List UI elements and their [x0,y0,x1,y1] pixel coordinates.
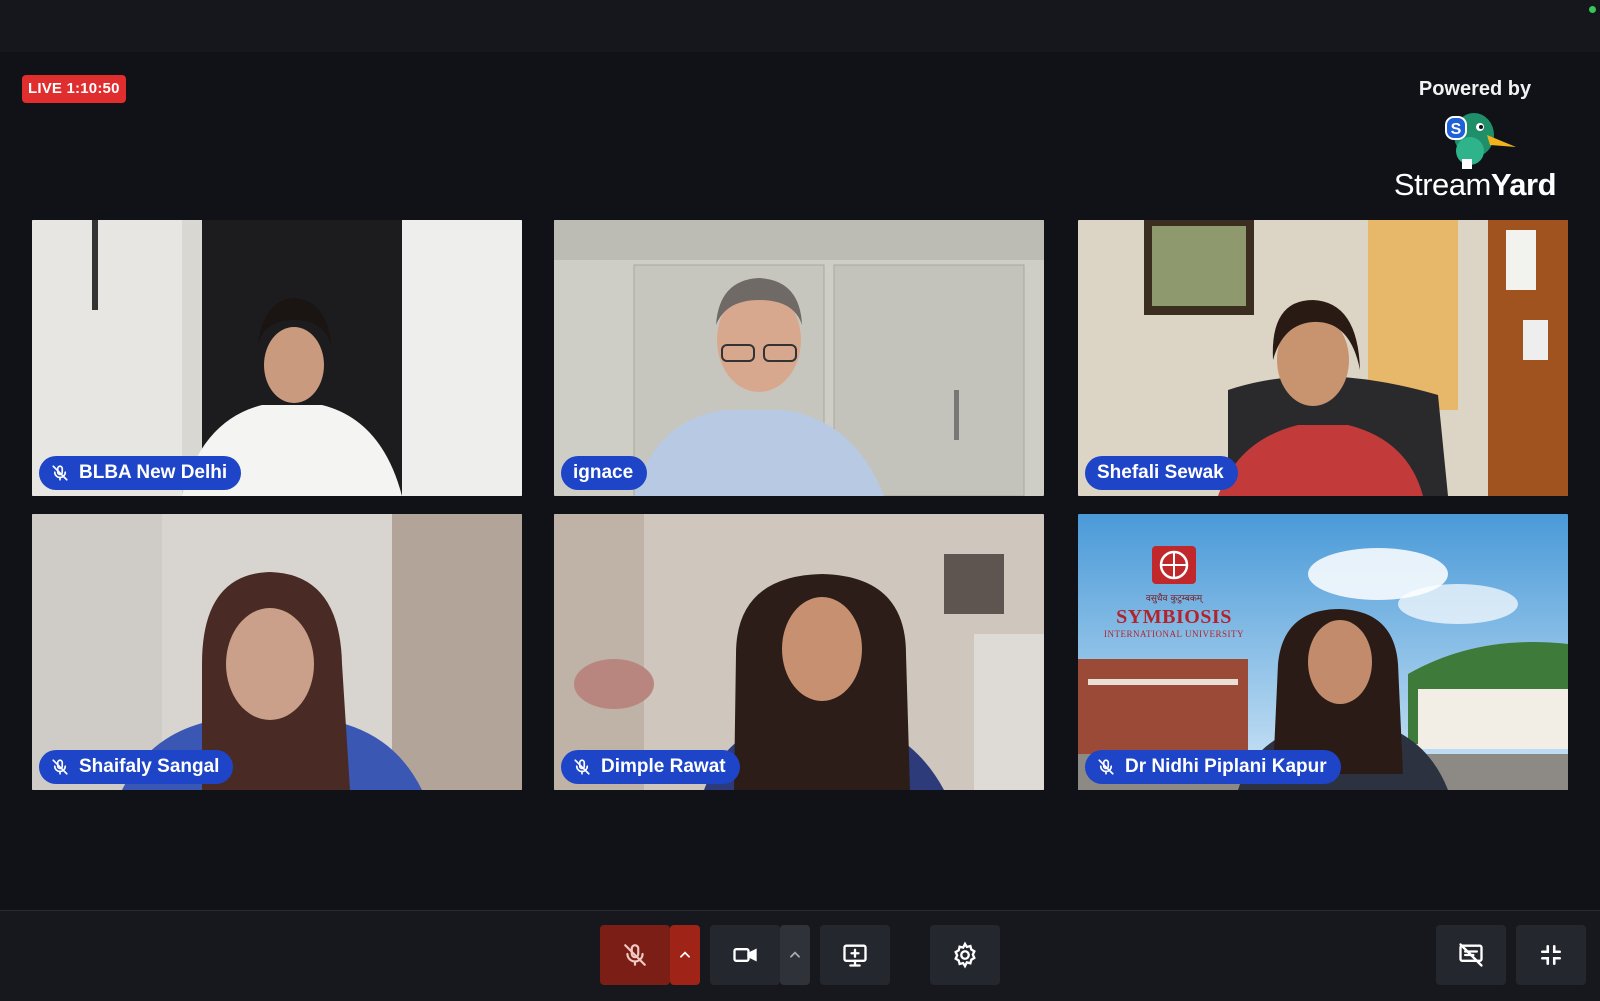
video-tile-blba-new-delhi[interactable]: BLBA New Delhi [32,220,522,496]
camera-options-button[interactable] [780,925,810,985]
connection-status-dot [1589,6,1596,13]
participant-video [554,514,1044,790]
video-tile-shefali-sewak[interactable]: Shefali Sewak [1078,220,1568,496]
share-screen-button[interactable] [820,925,890,985]
gear-icon [954,941,976,969]
participant-nametag: ignace [561,456,648,490]
collapse-icon [1541,945,1561,965]
control-bar [0,910,1600,1001]
chat-hidden-icon [1459,943,1483,967]
participant-nametag: Shaifaly Sangal [39,750,234,784]
mic-off-icon [51,464,69,482]
participant-name: ignace [573,462,634,483]
video-tile-dimple-rawat[interactable]: Dimple Rawat [554,514,1044,790]
svg-text:S: S [1451,121,1462,138]
participant-video [32,220,522,496]
participant-nametag: BLBA New Delhi [39,456,242,490]
video-tile-shaifaly-sangal[interactable]: Shaifaly Sangal [32,514,522,790]
participant-nametag: Shefali Sewak [1085,456,1238,490]
settings-button[interactable] [930,925,1000,985]
mic-options-button[interactable] [670,925,700,985]
hide-chat-button[interactable] [1436,925,1506,985]
exit-fullscreen-button[interactable] [1516,925,1586,985]
screen-share-icon [843,944,867,967]
video-tile-ignace[interactable]: ignace [554,220,1044,496]
streamyard-wordmark: StreamYard [1393,167,1557,202]
live-timer-badge: LIVE 1:10:50 [22,75,126,103]
video-camera-icon [733,948,757,962]
camera-button[interactable] [710,925,780,985]
participant-video [554,220,1044,496]
participant-video [1078,220,1568,496]
symbiosis-motto: वसुधैव कुटुम्बकम् [1145,594,1203,604]
participant-name: BLBA New Delhi [79,462,228,483]
top-bar [0,0,1600,52]
participant-nametag: Dr Nidhi Piplani Kapur [1085,750,1341,784]
participant-name: Shaifaly Sangal [79,756,220,777]
mic-off-icon [1097,758,1115,776]
symbiosis-globe-icon [1152,546,1196,584]
participant-name: Dimple Rawat [601,756,726,777]
streamyard-duck-logo-icon: S [1445,113,1516,169]
mute-button[interactable] [600,925,670,985]
powered-by-branding: Powered by S StreamYard [1380,78,1570,203]
video-tile-dr-nidhi-piplani-kapur[interactable]: वसुधैव कुटुम्बकम् SYMBIOSIS INTERNATIONA… [1078,514,1568,790]
mic-off-icon [624,944,646,966]
powered-by-text: Powered by [1418,78,1532,100]
chevron-up-icon [790,951,800,958]
mic-off-icon [51,758,69,776]
symbiosis-subtitle: INTERNATIONAL UNIVERSITY [1104,629,1244,639]
participant-video [32,514,522,790]
mic-off-icon [573,758,591,776]
participant-name: Dr Nidhi Piplani Kapur [1125,756,1327,777]
participant-nametag: Dimple Rawat [561,750,740,784]
participant-name: Shefali Sewak [1097,462,1224,483]
symbiosis-logo: वसुधैव कुटुम्बकम् SYMBIOSIS INTERNATIONA… [1104,544,1244,639]
chevron-up-icon [680,951,690,958]
symbiosis-title: SYMBIOSIS [1116,606,1232,628]
